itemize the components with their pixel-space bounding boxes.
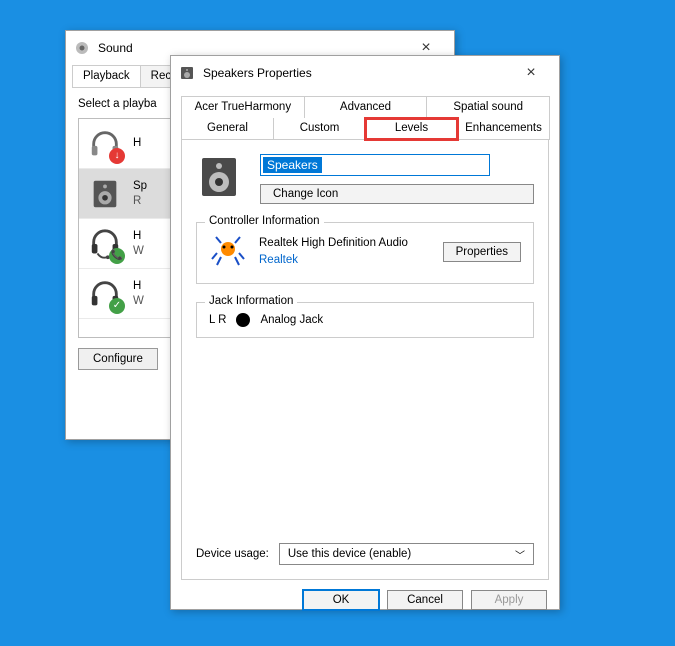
device-name-input[interactable]: Speakers <box>263 157 322 173</box>
device-usage-select[interactable]: Use this device (enable) ﹀ <box>279 543 534 565</box>
controller-vendor-link[interactable]: Realtek <box>259 252 431 269</box>
device-usage-label: Device usage: <box>196 548 269 560</box>
tab-enhancements[interactable]: Enhancements <box>457 118 550 140</box>
jack-lr-label: L R <box>209 314 226 326</box>
controller-info-group: Controller Information Realtek High Defi… <box>196 222 534 284</box>
device-text: Sp R <box>133 179 147 208</box>
tab-advanced[interactable]: Advanced <box>304 96 428 118</box>
headphones-icon: ✓ <box>87 276 123 312</box>
device-big-icon <box>196 154 242 200</box>
close-icon[interactable]: × <box>511 64 551 82</box>
controller-name: Realtek High Definition Audio <box>259 235 431 252</box>
sound-app-icon <box>74 40 90 56</box>
configure-button[interactable]: Configure <box>78 348 158 370</box>
jack-info-group: Jack Information L R Analog Jack <box>196 302 534 338</box>
tab-playback[interactable]: Playback <box>72 65 141 87</box>
cancel-button[interactable]: Cancel <box>387 590 463 610</box>
apply-button[interactable]: Apply <box>471 590 547 610</box>
speakers-properties-window: Speakers Properties × Acer TrueHarmony A… <box>170 55 560 610</box>
sound-title: Sound <box>98 41 133 55</box>
tab-levels[interactable]: Levels <box>365 118 458 140</box>
props-titlebar[interactable]: Speakers Properties × <box>171 56 559 90</box>
device-text: H <box>133 136 141 150</box>
tab-spatial-sound[interactable]: Spatial sound <box>426 96 550 118</box>
jack-label: Analog Jack <box>260 314 323 326</box>
props-tabs: Acer TrueHarmony Advanced Spatial sound … <box>181 96 549 140</box>
device-name-input-wrapper: Speakers <box>260 154 490 176</box>
device-text: H W <box>133 279 144 308</box>
change-icon-button[interactable]: Change Icon <box>260 184 534 204</box>
general-tab-content: Speakers Change Icon Controller Informat… <box>181 140 549 580</box>
headphones-icon: ↓ <box>87 126 123 162</box>
controller-properties-button[interactable]: Properties <box>443 242 521 262</box>
props-title: Speakers Properties <box>203 66 312 80</box>
status-badge-icon: ✓ <box>109 298 125 314</box>
tab-custom[interactable]: Custom <box>273 118 366 140</box>
device-usage-value: Use this device (enable) <box>288 548 411 560</box>
realtek-crab-icon <box>209 233 247 271</box>
status-badge-icon: 📞 <box>109 248 125 264</box>
dialog-footer: OK Cancel Apply <box>171 580 559 620</box>
device-text: H W <box>133 229 144 258</box>
tab-general[interactable]: General <box>181 118 274 140</box>
status-badge-icon: ↓ <box>109 148 125 164</box>
headset-icon: 📞 <box>87 226 123 262</box>
device-usage-row: Device usage: Use this device (enable) ﹀ <box>196 543 534 565</box>
jack-legend: Jack Information <box>205 295 297 307</box>
controller-text: Realtek High Definition Audio Realtek <box>259 235 431 270</box>
chevron-down-icon: ﹀ <box>515 547 525 562</box>
ok-button[interactable]: OK <box>303 590 379 610</box>
tab-acer-trueharmony[interactable]: Acer TrueHarmony <box>181 96 305 118</box>
speaker-app-icon <box>179 65 195 81</box>
jack-dot-icon <box>236 313 250 327</box>
controller-legend: Controller Information <box>205 215 324 227</box>
speaker-icon <box>87 176 123 212</box>
